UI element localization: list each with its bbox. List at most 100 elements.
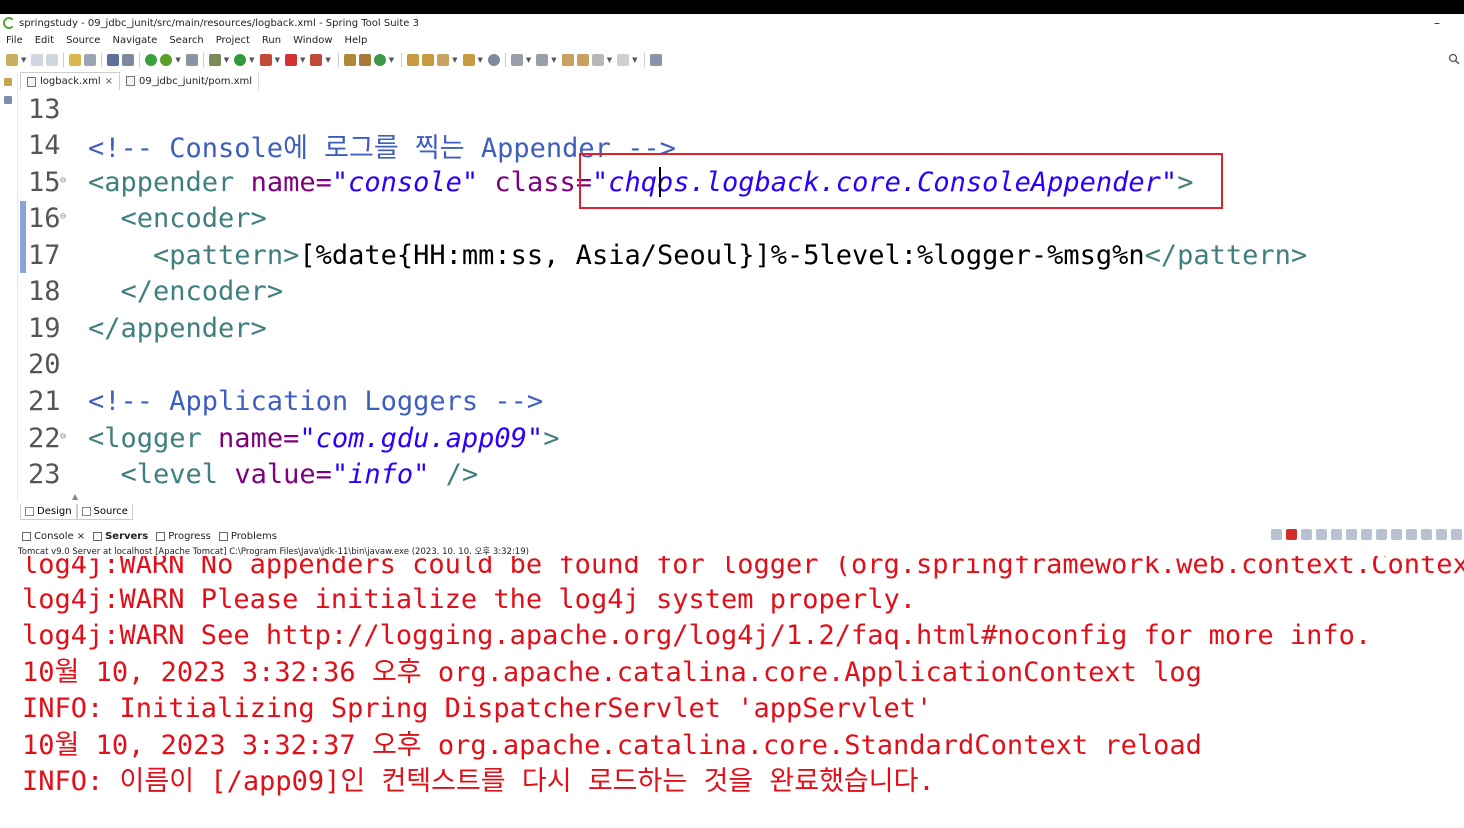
save-all-icon[interactable] [46,54,59,66]
chevron-down-icon[interactable]: ▼ [551,56,556,64]
toolbar-separator [202,53,204,67]
tab-console[interactable]: Console × [22,531,85,542]
menu-help[interactable]: Help [339,35,374,46]
next-annotation-icon[interactable] [510,54,523,66]
chevron-down-icon[interactable]: ▼ [300,56,305,64]
menu-run[interactable]: Run [256,35,287,46]
properties-icon[interactable] [69,54,82,66]
tab-progress[interactable]: Progress [156,531,211,542]
menu-search[interactable]: Search [163,35,209,46]
terminate-icon[interactable] [1286,529,1297,540]
open-task-icon[interactable] [422,54,435,66]
chevron-down-icon[interactable]: ▼ [526,56,531,64]
show-stderr-icon[interactable] [1391,529,1402,540]
menu-source[interactable]: Source [60,35,106,46]
refresh-icon[interactable] [160,54,173,66]
problems-icon [218,531,228,541]
forward-icon[interactable] [617,54,630,66]
new-icon[interactable] [6,54,18,66]
search-tool-icon[interactable] [437,54,450,66]
line-number: 22 ⊖ [28,422,67,454]
line-number: 18 [28,275,61,307]
annotation-icon[interactable] [462,54,475,66]
line-number: 19 [28,312,61,344]
skip-breakpoints-icon[interactable] [122,54,135,66]
restore-icon[interactable] [4,78,12,86]
deploy-icon[interactable] [310,54,323,66]
xml-tag: <pattern> [153,239,300,271]
menu-navigate[interactable]: Navigate [106,35,163,46]
open-perspective-icon[interactable] [650,54,663,66]
chevron-down-icon[interactable]: ▼ [389,56,394,64]
tab-label: Problems [230,530,277,542]
run-icon[interactable] [234,54,247,66]
chevron-down-icon[interactable]: ▼ [21,56,26,64]
scroll-lock-icon[interactable] [1346,529,1357,540]
remove-launch-icon[interactable] [1301,529,1312,540]
tab-logback-xml[interactable]: logback.xml × [20,72,121,90]
package-explorer-icon[interactable] [4,96,12,104]
external-tools-icon[interactable] [259,54,272,66]
spring-boot-dashboard-icon[interactable] [145,54,158,66]
collapse-icon[interactable]: ⊖ [60,211,66,222]
scroll-up-icon[interactable]: ▲ [72,492,78,501]
chevron-down-icon[interactable]: ▼ [632,56,637,64]
console-line: 10월 10, 2023 3:32:37 오후 org.apache.catal… [22,730,1202,761]
pin-icon[interactable] [576,54,589,66]
connect-icon[interactable] [185,54,198,66]
xml-file-icon [126,76,136,86]
tab-pom-xml[interactable]: 09_jdbc_junit/pom.xml [120,72,260,90]
word-wrap-icon[interactable] [1361,529,1372,540]
menu-file[interactable]: File [0,35,29,46]
last-edit-icon[interactable] [561,54,574,66]
new-console-icon[interactable] [1436,529,1447,540]
display-console-icon[interactable] [1421,529,1432,540]
chevron-down-icon[interactable]: ▼ [175,56,180,64]
tab-servers[interactable]: Servers [93,531,148,542]
minimize-icon[interactable] [1451,529,1462,540]
code-line: 20 [18,346,1464,382]
tab-problems[interactable]: Problems [218,530,277,542]
chevron-down-icon[interactable]: ▼ [325,56,330,64]
chevron-down-icon[interactable]: ▼ [224,56,229,64]
globe-icon[interactable] [487,54,500,66]
new-class-icon[interactable] [373,54,386,66]
stop-icon[interactable] [284,54,297,66]
collapse-icon[interactable]: ⊖ [60,175,66,186]
minimize-button[interactable]: – [1434,16,1440,30]
print-icon[interactable] [107,54,120,66]
new-package-icon[interactable] [358,54,371,66]
xml-attribute: name= [234,166,332,198]
save-icon[interactable] [31,54,44,66]
chevron-down-icon[interactable]: ▼ [249,56,254,64]
open-type-icon[interactable] [407,54,420,66]
collapse-icon[interactable]: ⊖ [60,431,66,442]
tab-label: Design [37,506,72,517]
close-icon[interactable]: × [77,531,85,542]
open-console-icon[interactable] [1406,529,1417,540]
toolbar-separator [504,53,506,67]
chevron-down-icon[interactable]: ▼ [452,56,457,64]
chevron-down-icon[interactable]: ▼ [478,56,483,64]
back-icon[interactable] [591,54,604,66]
chevron-down-icon[interactable]: ▼ [607,56,612,64]
menu-project[interactable]: Project [210,35,256,46]
chevron-down-icon[interactable]: ▼ [275,56,280,64]
tab-source[interactable]: Source [76,504,133,520]
remove-all-icon[interactable] [1316,529,1327,540]
terminal-icon[interactable] [84,54,97,66]
menu-edit[interactable]: Edit [29,35,60,46]
menu-window[interactable]: Window [287,35,338,46]
clear-console-icon[interactable] [1331,529,1342,540]
new-java-project-icon[interactable] [343,54,356,66]
pin-console-icon[interactable] [1271,529,1282,540]
horizontal-scrollbar[interactable]: ▲ [18,492,1464,503]
code-editor[interactable]: 13 14 <!-- Console에 로그를 찍는 Appender --> … [18,91,1464,493]
show-stdout-icon[interactable] [1376,529,1387,540]
search-icon[interactable] [1448,53,1460,65]
debug-icon[interactable] [208,54,221,66]
tab-design[interactable]: Design [20,504,77,520]
previous-annotation-icon[interactable] [536,54,549,66]
close-icon[interactable]: × [105,76,113,87]
console-output[interactable]: log4j:WARN No appenders could be found f… [0,556,1464,828]
